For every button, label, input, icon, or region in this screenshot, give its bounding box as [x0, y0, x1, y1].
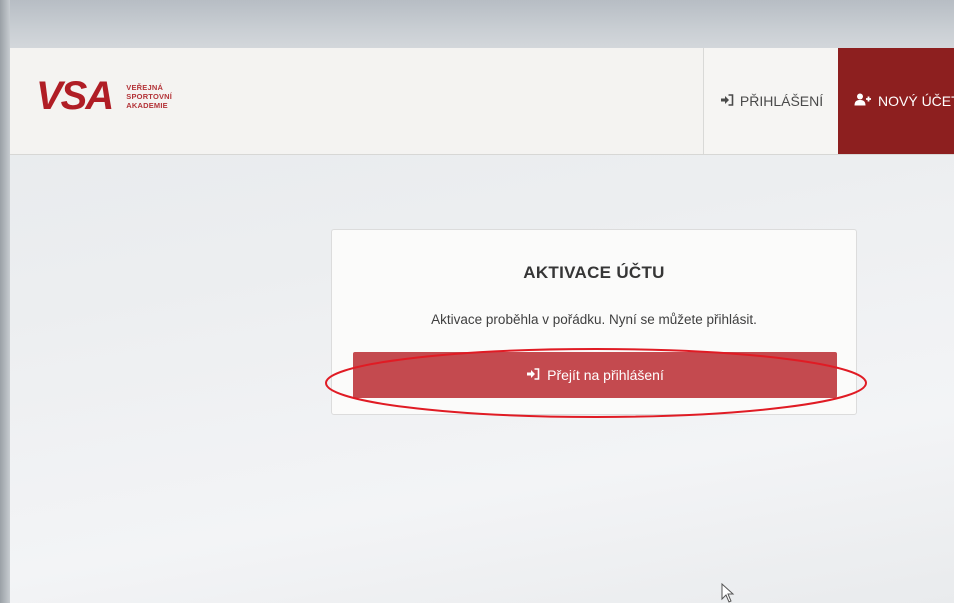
site-header: VSA VEŘEJNÁ SPORTOVNÍ AKADEMIE PŘIHLÁŠEN… — [6, 48, 954, 155]
user-plus-icon — [854, 93, 872, 109]
monitor-bezel-edge — [0, 0, 10, 603]
browser-top-strip — [0, 0, 954, 48]
go-to-login-button[interactable]: Přejít na přihlášení — [353, 352, 837, 398]
nav-login-label: PŘIHLÁŠENÍ — [739, 93, 824, 109]
go-to-login-label: Přejít na přihlášení — [547, 367, 664, 383]
logo-line-2: SPORTOVNÍ — [126, 91, 173, 101]
logo-line-3: AKADEMIE — [126, 100, 168, 110]
logo-mark: VSA — [36, 74, 114, 118]
nav-login-link[interactable]: PŘIHLÁŠENÍ — [703, 48, 839, 154]
vsa-logo[interactable]: VSA VEŘEJNÁ SPORTOVNÍ AKADEMIE — [36, 76, 172, 116]
card-title: AKTIVACE ÚČTU — [523, 263, 665, 282]
sign-in-icon — [720, 93, 734, 109]
logo-line-1: VEŘEJNÁ — [126, 82, 164, 92]
sign-in-icon — [526, 367, 540, 383]
screen: VSA VEŘEJNÁ SPORTOVNÍ AKADEMIE PŘIHLÁŠEN… — [0, 0, 954, 603]
activation-message: Aktivace proběhla v pořádku. Nyní se můž… — [431, 312, 757, 327]
mouse-cursor-icon — [721, 583, 735, 603]
activation-card: AKTIVACE ÚČTU Aktivace proběhla v pořádk… — [331, 229, 857, 415]
logo-text: VEŘEJNÁ SPORTOVNÍ AKADEMIE — [126, 83, 172, 110]
nav-register-link[interactable]: NOVÝ ÚČET — [838, 48, 954, 154]
nav-register-label: NOVÝ ÚČET — [878, 93, 954, 109]
